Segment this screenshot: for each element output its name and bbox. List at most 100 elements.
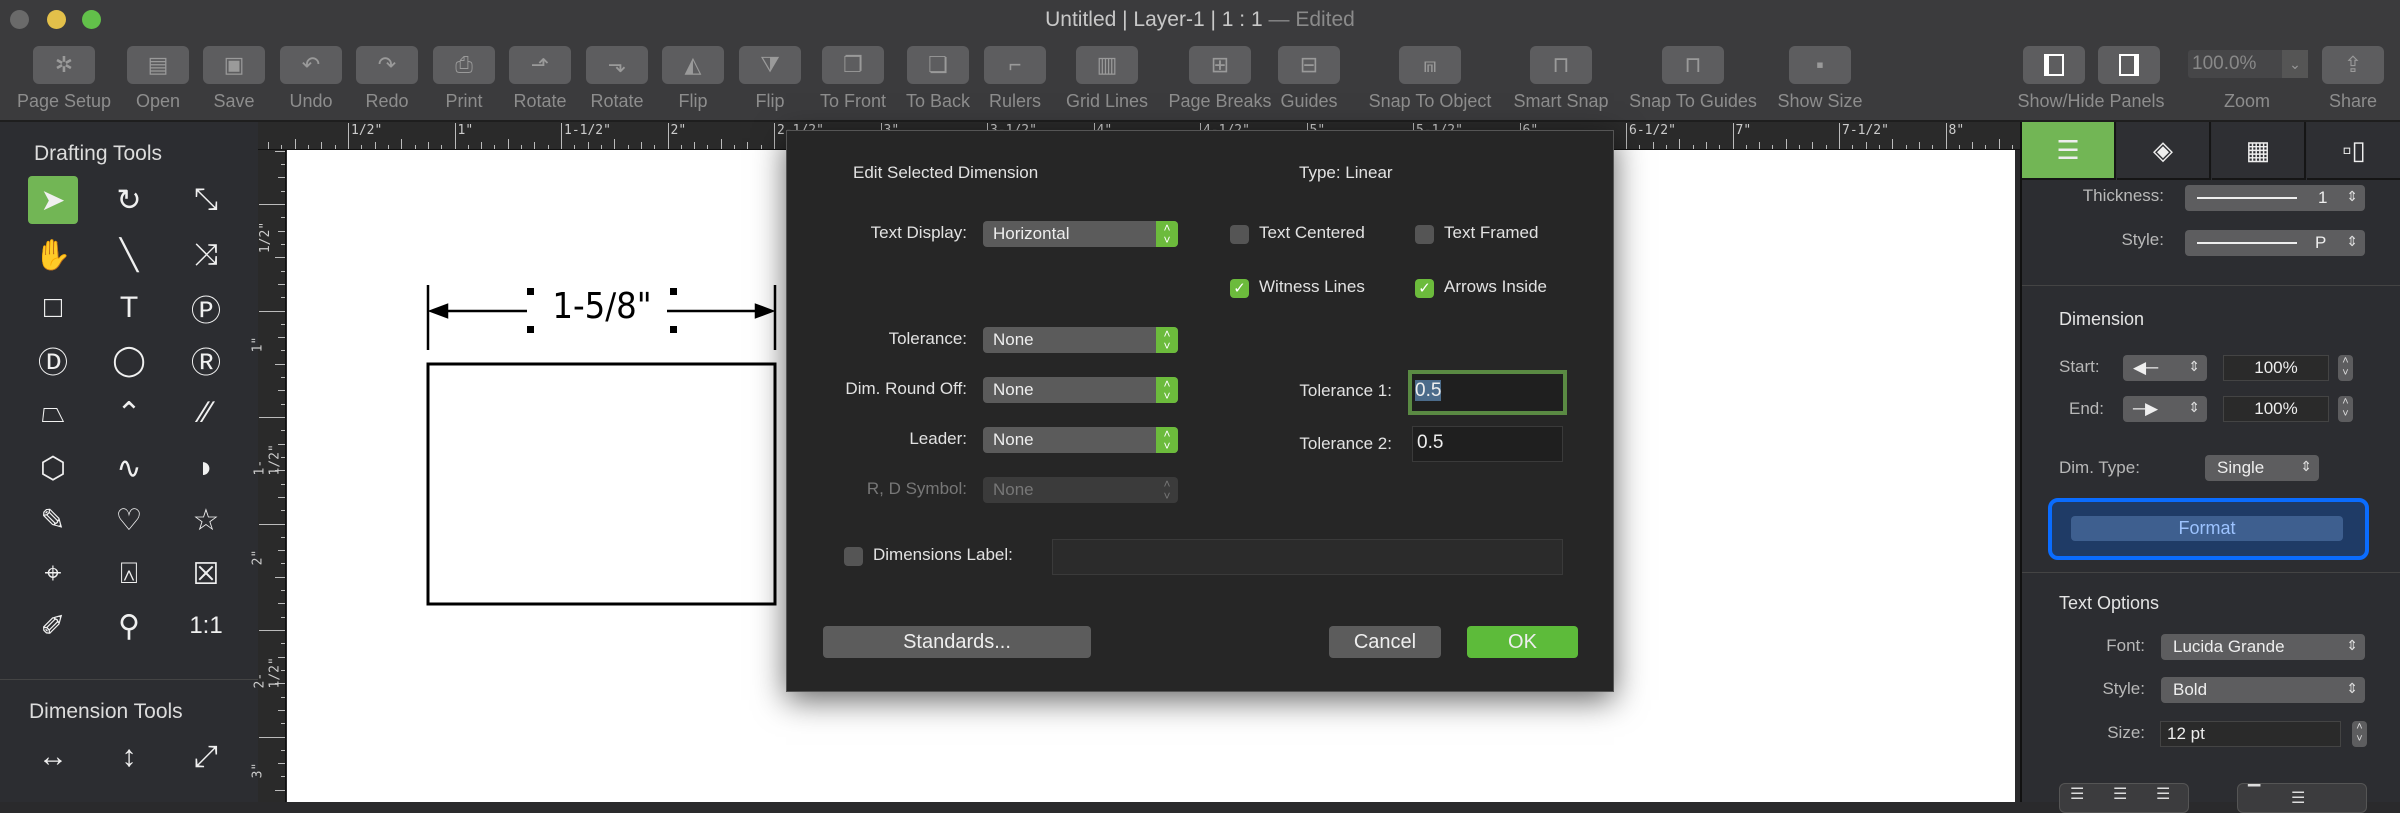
snap-to-object-button[interactable]: ⩎	[1399, 46, 1461, 84]
text-style-select[interactable]: Bold ⇕	[2161, 677, 2365, 703]
tool-shape[interactable]: ♡	[104, 496, 154, 544]
tool-frame[interactable]: ☒	[181, 550, 231, 598]
grid-lines-button[interactable]: ▥	[1076, 46, 1138, 84]
show-right-panel-button[interactable]	[2098, 46, 2160, 84]
line-style-select[interactable]: P ⇕	[2185, 230, 2365, 256]
format-button[interactable]: Format	[2071, 516, 2343, 541]
text-framed-checkbox[interactable]	[1415, 225, 1434, 244]
tool-curve[interactable]: ∿	[104, 444, 154, 492]
to-front-button[interactable]: ❐	[822, 46, 884, 84]
ruler-label: 1-1/2"	[252, 444, 283, 476]
ok-button[interactable]: OK	[1467, 626, 1578, 658]
tool-pan[interactable]: ✋	[28, 231, 78, 279]
tolerance2-input[interactable]: 0.5	[1412, 426, 1563, 462]
end-arrow-select[interactable]: ─▶ ⇕	[2123, 396, 2207, 422]
tool-zoom[interactable]: ⚲	[104, 602, 154, 650]
page-setup-button[interactable]: ✲	[33, 46, 95, 84]
tool-regular-polygon[interactable]: ⬡	[28, 444, 78, 492]
tool-vertical-dimension[interactable]: ↕	[104, 733, 154, 781]
tool-resize[interactable]: ⤡	[181, 176, 231, 224]
open-button[interactable]: ▤	[127, 46, 189, 84]
ruler-tick	[281, 643, 285, 645]
flip-button[interactable]: ◭	[662, 46, 724, 84]
print-button[interactable]: ⎙	[433, 46, 495, 84]
tool-stamp[interactable]: ⍓	[104, 550, 154, 598]
dialog-title: Edit Selected Dimension	[853, 163, 1039, 182]
text-centered-checkbox[interactable]	[1230, 225, 1249, 244]
tool-select[interactable]: ➤	[28, 176, 78, 224]
tool-line[interactable]: ╲	[104, 231, 154, 279]
tab-properties[interactable]: ☰	[2022, 122, 2116, 180]
tool-polyline[interactable]: ⌃	[104, 389, 154, 437]
cancel-button[interactable]: Cancel	[1329, 626, 1441, 658]
tool-radius[interactable]: Ⓡ	[181, 336, 231, 384]
tolerance-select[interactable]: None ˄ ˅	[983, 327, 1178, 353]
guides-button[interactable]: ⊟	[1278, 46, 1340, 84]
page-breaks-button[interactable]: ⊞	[1189, 46, 1251, 84]
thickness-select[interactable]: 1 ⇕	[2185, 185, 2365, 211]
redo-button[interactable]: ↷	[356, 46, 418, 84]
tab-chart[interactable]: ▫▯	[2307, 122, 2400, 180]
end-percent-input[interactable]: 100%	[2223, 396, 2329, 422]
tool-text[interactable]: T	[104, 284, 154, 332]
tool-diameter[interactable]: Ⓓ	[28, 336, 78, 384]
tool-1-to-1[interactable]: 1:1	[181, 602, 231, 650]
tool-perpendicular-line[interactable]: ⤨	[181, 231, 231, 279]
share-button[interactable]: ⇪	[2322, 46, 2384, 84]
align-right-icon[interactable]: ☰	[2156, 784, 2170, 804]
tool-parallel-lines[interactable]: ∕∕	[181, 389, 231, 437]
start-arrow-select[interactable]: ◀─ ⇕	[2123, 355, 2207, 381]
undo-button[interactable]: ↶	[280, 46, 342, 84]
font-size-input[interactable]: 12 pt	[2160, 721, 2341, 747]
standards-button[interactable]: Standards...	[823, 626, 1091, 658]
to-back-button[interactable]: ❏	[907, 46, 969, 84]
tolerance1-input[interactable]: 0.5	[1408, 370, 1567, 415]
tool-freehand[interactable]: ✎	[28, 496, 78, 544]
smart-snap-button[interactable]: ⊓	[1530, 46, 1592, 84]
rotate-button[interactable]: ⬎	[586, 46, 648, 84]
tool-rotate[interactable]: ↻	[104, 176, 154, 224]
tab-grid[interactable]: ▦	[2212, 122, 2306, 180]
vertical-ruler[interactable]: 1/2" 1" 1-1/2" 2" 2-1/2" 3"	[250, 150, 286, 802]
tool-crosshair[interactable]: ⌖	[28, 550, 78, 598]
dim-type-select[interactable]: Single ⇕	[2205, 455, 2319, 481]
tab-layers[interactable]: ◈	[2117, 122, 2211, 180]
save-button[interactable]: ▣	[203, 46, 265, 84]
rectangle-shape[interactable]	[426, 362, 777, 606]
text-display-select[interactable]: Horizontal ˄ ˅	[983, 221, 1178, 247]
leader-select[interactable]: None ˄ ˅	[983, 427, 1178, 453]
align-middle-icon[interactable]: ☰	[2291, 788, 2305, 808]
snap-to-guides-button[interactable]: ⊓	[1662, 46, 1724, 84]
align-center-icon[interactable]: ☰	[2113, 784, 2127, 804]
dimensions-label-checkbox[interactable]	[844, 547, 863, 566]
dimension-text[interactable]: 1-5/8"	[537, 286, 667, 327]
end-percent-stepper[interactable]: ˄ ˅	[2338, 396, 2353, 422]
flip-button[interactable]: ⧩	[739, 46, 801, 84]
align-top-icon[interactable]: ▔	[2248, 784, 2260, 804]
font-select[interactable]: Lucida Grande ⇕	[2161, 634, 2365, 660]
align-left-icon[interactable]: ☰	[2070, 784, 2084, 804]
tool-polygon[interactable]: ⏢	[28, 389, 78, 437]
tool-aligned-dimension[interactable]: ⤢	[181, 733, 231, 781]
tool-eyedropper[interactable]: ✐	[28, 602, 78, 650]
dimensions-label-input[interactable]	[1052, 539, 1563, 575]
tool-arc[interactable]: ◗	[181, 444, 231, 492]
font-size-stepper[interactable]: ˄ ˅	[2352, 721, 2367, 747]
rulers-button[interactable]: ⌐	[984, 46, 1046, 84]
start-percent-stepper[interactable]: ˄ ˅	[2338, 355, 2353, 381]
show-size-button[interactable]: ▪	[1789, 46, 1851, 84]
witness-lines-checkbox[interactable]: ✓	[1230, 279, 1249, 298]
tool-star[interactable]: ☆	[181, 496, 231, 544]
rotate-button[interactable]: ⬏	[509, 46, 571, 84]
ruler-tick	[1945, 123, 1947, 149]
tool-horizontal-dimension[interactable]: ↔	[28, 733, 78, 781]
start-percent-input[interactable]: 100%	[2223, 355, 2329, 381]
zoom-select[interactable]: 100.0% ⌄	[2188, 50, 2308, 78]
tool-rectangle[interactable]: □	[28, 284, 78, 332]
tool-parcel[interactable]: Ⓟ	[181, 284, 231, 332]
show-left-panel-button[interactable]	[2023, 46, 2085, 84]
flip-label: Flip	[755, 91, 785, 111]
tool-ellipse[interactable]: ◯	[104, 336, 154, 384]
round-off-select[interactable]: None ˄ ˅	[983, 377, 1178, 403]
arrows-inside-checkbox[interactable]: ✓	[1415, 279, 1434, 298]
